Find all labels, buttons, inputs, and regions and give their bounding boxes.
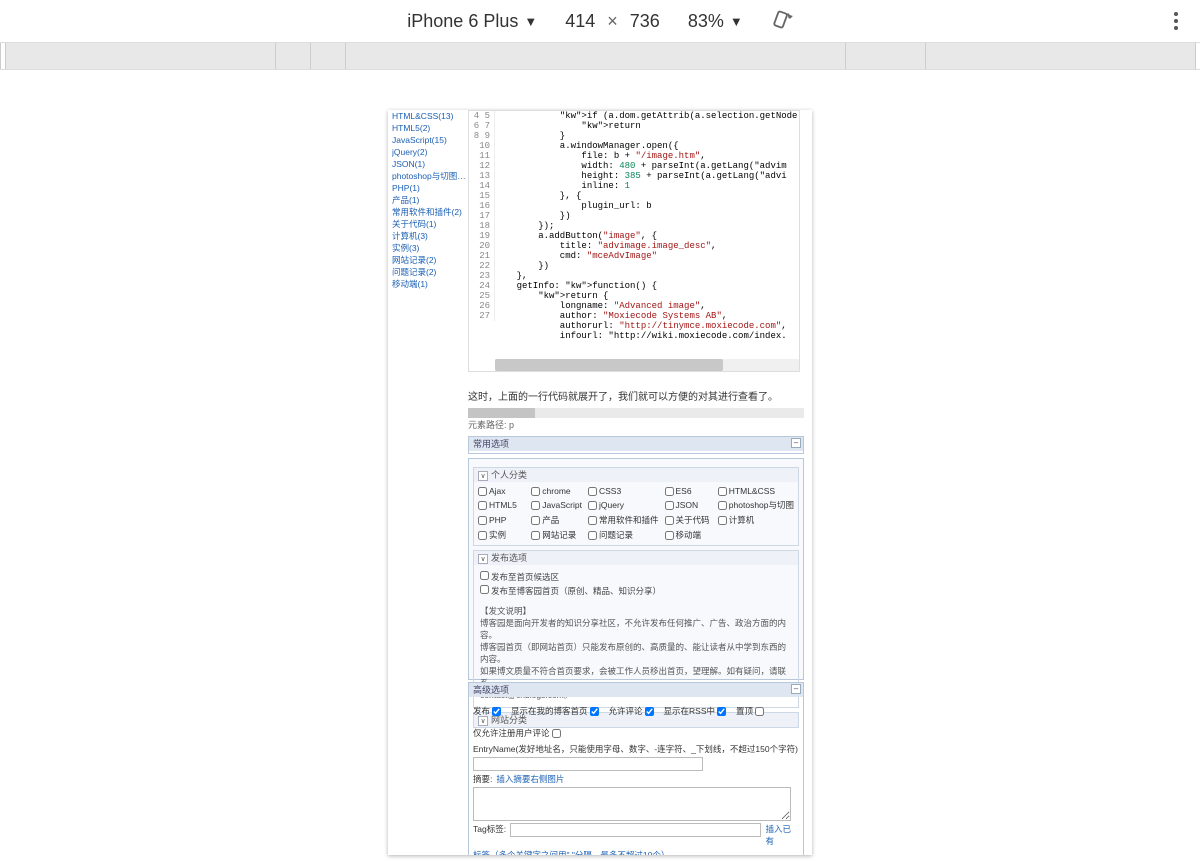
only-registered-checkbox[interactable]: 仅允许注册用户评论: [473, 727, 561, 739]
chevron-down-icon: ▼: [730, 14, 743, 29]
toggle-icon[interactable]: ∨: [478, 554, 488, 564]
show-home-checkbox[interactable]: 显示在我的博客首页: [511, 705, 599, 717]
category-checkbox[interactable]: HTML5: [478, 499, 525, 511]
sidebar-item[interactable]: PHP(1): [392, 182, 467, 194]
collapse-icon[interactable]: –: [791, 684, 801, 694]
device-name: iPhone 6 Plus: [407, 11, 518, 32]
sidebar-item[interactable]: 关于代码(1): [392, 218, 467, 230]
sidebar-item[interactable]: 网站记录(2): [392, 254, 467, 266]
category-checkbox[interactable]: 移动端: [665, 529, 712, 541]
panel-common-options: 常用选项 –: [468, 436, 804, 454]
sidebar-item[interactable]: photoshop与切图(2): [392, 170, 467, 182]
zoom-select[interactable]: 83% ▼: [688, 11, 743, 32]
subpanel-title: 发布选项: [491, 553, 527, 563]
sidebar-item[interactable]: 计算机(3): [392, 230, 467, 242]
category-checkbox[interactable]: JSON: [665, 499, 712, 511]
panel-title: 高级选项: [473, 685, 509, 695]
device-viewport: HTML&CSS(13) HTML5(2) JavaScript(15) jQu…: [388, 110, 812, 855]
publish-homepage-checkbox[interactable]: 发布至博客园首页（原创、精品、知识分享）: [480, 585, 792, 597]
rotate-icon[interactable]: [771, 10, 793, 32]
sticky-checkbox[interactable]: 置顶: [736, 705, 764, 717]
sidebar-item[interactable]: 实例(3): [392, 242, 467, 254]
category-checkbox[interactable]: 计算机: [718, 514, 794, 526]
sidebar-category-list: HTML&CSS(13) HTML5(2) JavaScript(15) jQu…: [392, 110, 467, 290]
tag-input[interactable]: [510, 823, 761, 837]
sidebar-item[interactable]: JSON(1): [392, 158, 467, 170]
sidebar-item[interactable]: HTML5(2): [392, 122, 467, 134]
subpanel-personal-categories: ∨个人分类 Ajax chrome CSS3 ES6 HTML&CSS HTML5 Java…: [473, 467, 799, 546]
code-gutter: 4 5 6 7 8 9 10 11 12 13 14 15 16 17 18 1…: [469, 111, 495, 321]
category-checkbox[interactable]: Ajax: [478, 486, 525, 496]
category-checkbox[interactable]: 问题记录: [588, 529, 659, 541]
insert-summary-image-link[interactable]: 插入摘要右侧图片: [496, 773, 564, 785]
sidebar-item[interactable]: HTML&CSS(13): [392, 110, 467, 122]
category-checkbox[interactable]: PHP: [478, 514, 525, 526]
article-text: 这时，上面的一行代码就展开了，我们就可以方便的对其进行查看了。: [468, 388, 778, 403]
device-select[interactable]: iPhone 6 Plus ▼: [407, 11, 537, 32]
editor-status-path: 元素路径: p: [468, 418, 514, 431]
category-checkbox[interactable]: ES6: [665, 486, 712, 496]
entryname-label: EntryName(发好地址名，只能使用字母、数字、-连字符、_下划线，不超过1…: [473, 743, 798, 755]
sidebar-item[interactable]: jQuery(2): [392, 146, 467, 158]
panel-advanced-options: 高级选项 – 发布 显示在我的博客首页 允许评论 显示在RSS中 置顶 仅允许注…: [468, 682, 804, 855]
category-checkbox[interactable]: 常用软件和插件: [588, 514, 659, 526]
viewport-width[interactable]: 414: [565, 11, 595, 32]
chevron-down-icon: ▼: [524, 14, 537, 29]
publish-checkbox[interactable]: 发布: [473, 705, 501, 717]
sidebar-item[interactable]: 问题记录(2): [392, 266, 467, 278]
zoom-value: 83%: [688, 11, 724, 32]
devtools-toolbar: iPhone 6 Plus ▼ 414 × 736 83% ▼: [0, 0, 1200, 42]
viewport-height[interactable]: 736: [630, 11, 660, 32]
publish-candidate-checkbox[interactable]: 发布至首页候选区: [480, 571, 792, 583]
sidebar-item[interactable]: 移动端(1): [392, 278, 467, 290]
entryname-input[interactable]: [473, 757, 703, 771]
times-icon: ×: [607, 11, 618, 32]
tag-note: 标签（多个关键字之间用","分隔，最多不超过10个）: [473, 849, 669, 855]
panel-common-body: ∨个人分类 AjaxchromeCSS3ES6HTML&CSSHTML5Java…: [468, 458, 804, 680]
toggle-icon[interactable]: ∨: [478, 471, 488, 481]
category-checkbox[interactable]: HTML&CSS: [718, 486, 794, 496]
editor-h-scrollbar[interactable]: [468, 408, 804, 418]
category-checkbox[interactable]: 网站记录: [531, 529, 582, 541]
breakpoint-ruler[interactable]: [0, 42, 1200, 70]
summary-label: 摘要:: [473, 773, 492, 785]
code-block: 4 5 6 7 8 9 10 11 12 13 14 15 16 17 18 1…: [468, 110, 800, 372]
summary-textarea[interactable]: [473, 787, 791, 821]
category-checkbox[interactable]: 关于代码: [665, 514, 712, 526]
collapse-icon[interactable]: –: [791, 438, 801, 448]
category-checkbox[interactable]: 实例: [478, 529, 525, 541]
insert-existing-tag-link[interactable]: 插入已有: [765, 823, 799, 847]
category-checkbox[interactable]: chrome: [531, 486, 582, 496]
tag-label: Tag标签:: [473, 823, 506, 835]
code-h-scrollbar[interactable]: [495, 359, 799, 371]
panel-title: 常用选项: [473, 439, 509, 449]
category-checkbox[interactable]: CSS3: [588, 486, 659, 496]
sidebar-item[interactable]: 常用软件和插件(2): [392, 206, 467, 218]
sidebar-item[interactable]: JavaScript(15): [392, 134, 467, 146]
show-rss-checkbox[interactable]: 显示在RSS中: [664, 705, 726, 717]
category-checkbox[interactable]: jQuery: [588, 499, 659, 511]
sidebar-item[interactable]: 产品(1): [392, 194, 467, 206]
allow-comment-checkbox[interactable]: 允许评论: [609, 705, 654, 717]
more-menu-icon[interactable]: [1174, 12, 1178, 30]
subpanel-title: 个人分类: [491, 470, 527, 480]
category-checkbox[interactable]: photoshop与切图: [718, 499, 794, 511]
category-checkbox[interactable]: 产品: [531, 514, 582, 526]
code-content[interactable]: "kw">if (a.dom.getAttrib(a.selection.get…: [495, 111, 799, 351]
category-checkbox[interactable]: JavaScript: [531, 499, 582, 511]
